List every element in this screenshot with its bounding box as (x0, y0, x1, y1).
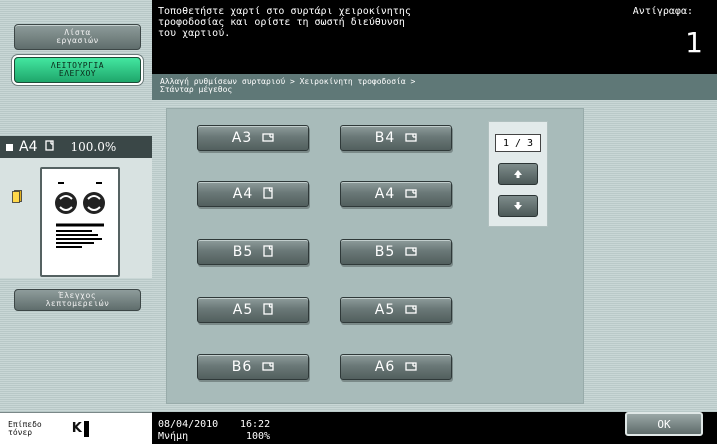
paper-size-label: A6 (374, 359, 396, 375)
paper-size-button-a4-portrait[interactable]: A4 (197, 181, 309, 207)
page-up-button[interactable] (498, 163, 538, 185)
landscape-orientation-icon (262, 131, 274, 145)
zoom-value: 100.0% (70, 140, 117, 154)
paper-size-button-a6-landscape[interactable]: A6 (340, 354, 452, 380)
paper-size-button-a5-portrait[interactable]: A5 (197, 297, 309, 323)
copies-label: Αντίγραφα: (632, 6, 693, 17)
left-sidebar: Λίστα εργασιών ΛΕΙΤΟΥΡΓΙΑ ΕΛΕΓΧΟΥ A4 100… (0, 0, 152, 444)
paper-size-button-b5-portrait[interactable]: B5 (197, 239, 309, 265)
page-down-button[interactable] (498, 195, 538, 217)
paper-size-label: B4 (374, 130, 396, 146)
size-selection-panel: A3 B4 A4 A4 B5 B5 A5 A5 B6 A6 1 / 3 (166, 108, 584, 404)
paper-size-button-b4-landscape[interactable]: B4 (340, 125, 452, 151)
landscape-orientation-icon (405, 360, 417, 374)
paper-size-label: A3 (231, 130, 253, 146)
paper-size-label: B5 (232, 244, 254, 260)
paper-size-value: A4 (19, 139, 38, 155)
function-check-label: ΛΕΙΤΟΥΡΓΙΑ ΕΛΕΓΧΟΥ (50, 61, 105, 78)
status-date: 08/04/2010 (158, 419, 219, 430)
landscape-orientation-icon (405, 187, 417, 201)
check-details-button[interactable]: Έλεγχος λεπτομερειών (14, 289, 141, 311)
paper-size-label: A5 (232, 302, 254, 318)
portrait-orientation-icon (263, 186, 273, 202)
ok-button[interactable]: OK (625, 412, 703, 436)
memory-value: 100% (246, 431, 271, 442)
original-document-icon (12, 188, 22, 203)
paper-size-button-b5-landscape[interactable]: B5 (340, 239, 452, 265)
job-list-button[interactable]: Λίστα εργασιών (14, 24, 141, 50)
toner-bar (83, 420, 89, 437)
landscape-orientation-icon (262, 360, 274, 374)
paper-size-button-b6-landscape[interactable]: B6 (197, 354, 309, 380)
instruction-message: Τοποθετήστε χαρτί στο συρτάρι χειροκίνητ… (158, 6, 411, 39)
tray-icon (6, 143, 13, 151)
check-details-label: Έλεγχος λεπτομερειών (45, 291, 110, 308)
arrow-down-icon (514, 202, 522, 210)
paper-size-label: A5 (374, 302, 396, 318)
paper-size-label: A4 (232, 186, 254, 202)
paper-setting-strip: A4 100.0% (0, 136, 152, 158)
toner-level-label: Επίπεδο τόνερ (8, 419, 42, 437)
landscape-orientation-icon (405, 245, 417, 259)
portrait-orientation-icon (45, 140, 55, 154)
status-time: 16:22 (240, 419, 271, 430)
toner-level: Επίπεδο τόνερ K (0, 412, 152, 444)
landscape-orientation-icon (405, 303, 417, 317)
copy-preview-icon (55, 182, 105, 248)
paper-size-label: B6 (231, 359, 253, 375)
preview-area (0, 158, 152, 278)
paper-size-button-a5-landscape[interactable]: A5 (340, 297, 452, 323)
copies-count: 1 (685, 26, 703, 59)
copy-preview-card (40, 167, 120, 277)
paper-size-button-a3-landscape[interactable]: A3 (197, 125, 309, 151)
page-navigator: 1 / 3 (488, 121, 548, 227)
portrait-orientation-icon (263, 244, 273, 260)
memory-label: Μνήμη (158, 431, 189, 442)
job-list-label: Λίστα εργασιών (56, 28, 99, 45)
main-area: A3 B4 A4 A4 B5 B5 A5 A5 B6 A6 1 / 3 (152, 100, 717, 412)
paper-size-button-a4-landscape[interactable]: A4 (340, 181, 452, 207)
toner-color-label: K (71, 420, 82, 436)
breadcrumb: Αλλαγή ρυθμίσεων συρταριού > Χειροκίνητη… (152, 74, 717, 100)
function-check-button[interactable]: ΛΕΙΤΟΥΡΓΙΑ ΕΛΕΓΧΟΥ (14, 57, 141, 83)
message-bar: Τοποθετήστε χαρτί στο συρτάρι χειροκίνητ… (152, 0, 717, 74)
paper-size-label: A4 (374, 186, 396, 202)
portrait-orientation-icon (263, 302, 273, 318)
page-indicator: 1 / 3 (495, 134, 541, 152)
paper-size-label: B5 (374, 244, 396, 260)
arrow-up-icon (514, 170, 522, 178)
landscape-orientation-icon (405, 131, 417, 145)
status-bar: 08/04/2010 16:22 Μνήμη 100% OK (152, 412, 717, 444)
